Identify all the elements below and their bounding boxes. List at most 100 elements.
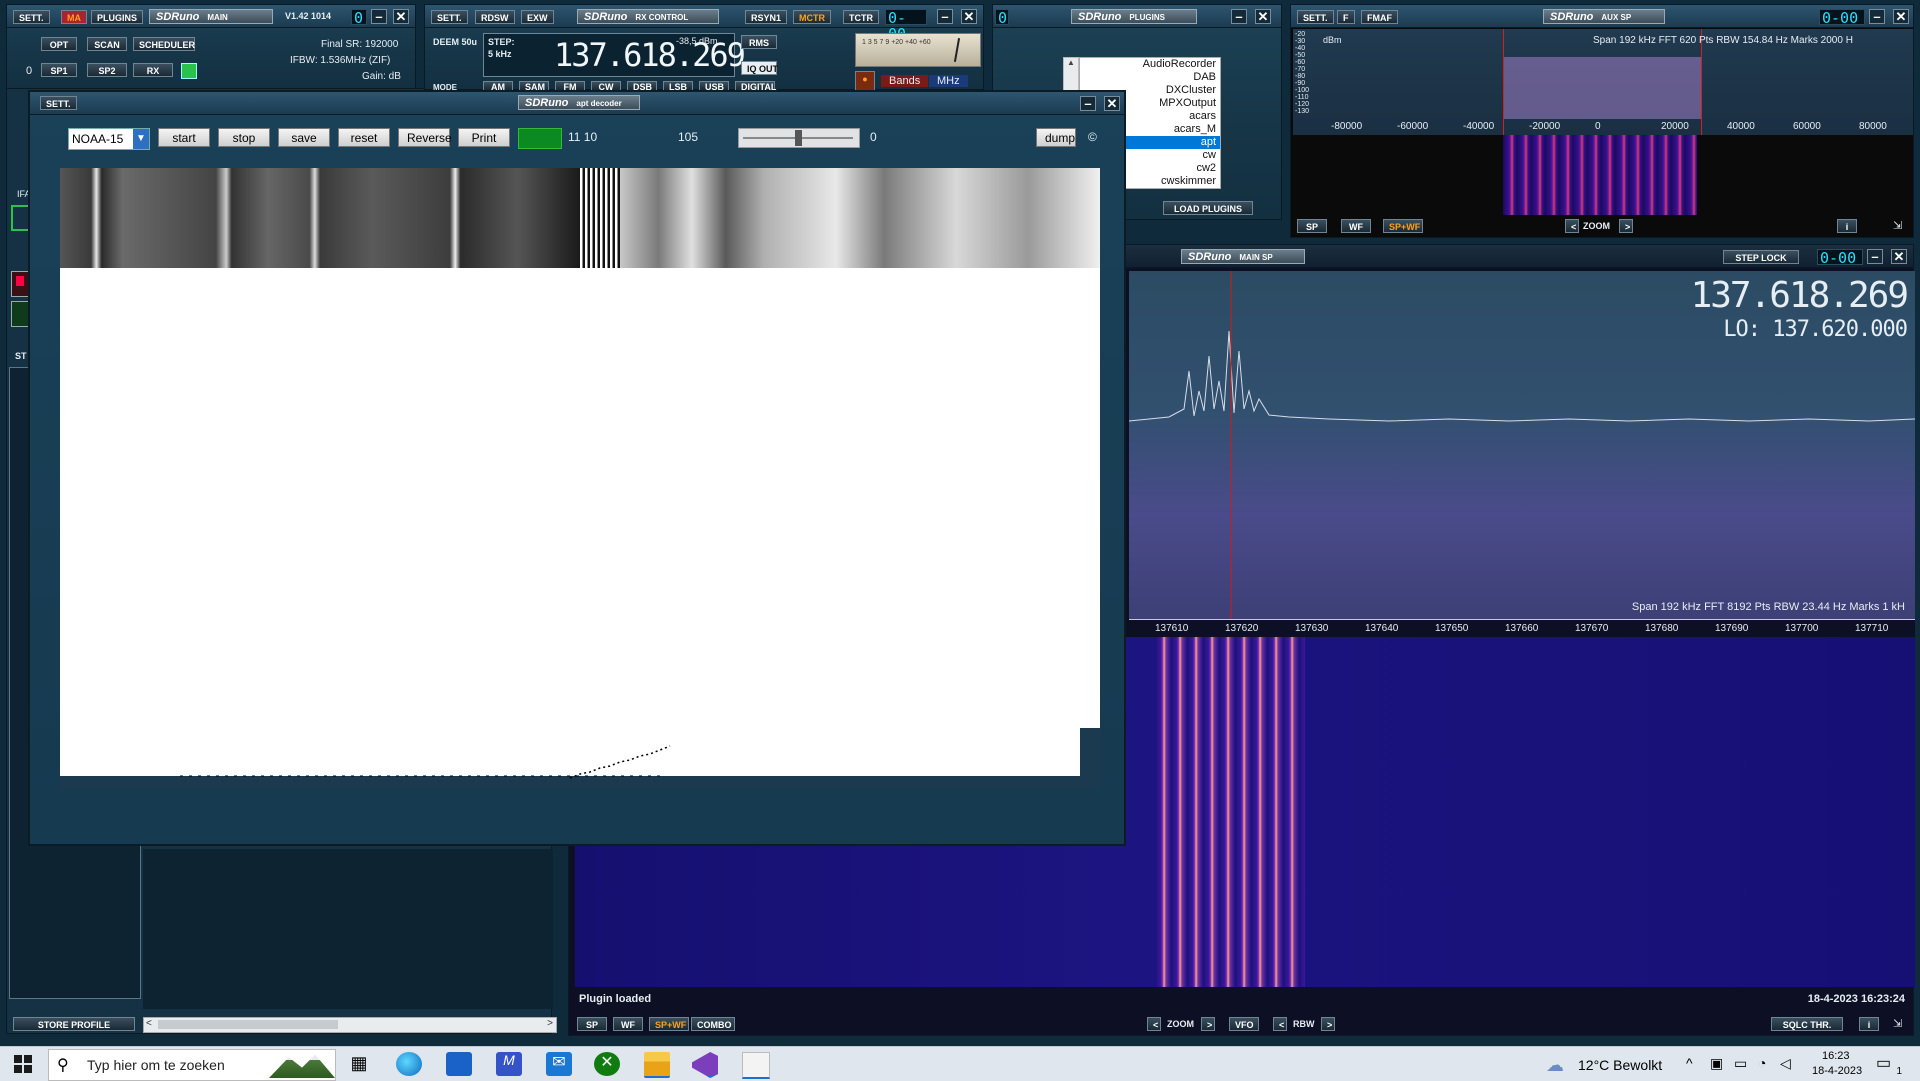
bands-label[interactable]: Bands: [881, 75, 929, 87]
taskbar-search[interactable]: ⚲ Typ hier om te zoeken: [48, 1049, 336, 1081]
sqlc-thr-button[interactable]: SQLC THR.: [1771, 1017, 1843, 1031]
weather-text[interactable]: 12°C Bewolkt: [1578, 1057, 1662, 1073]
rx-minimize-icon[interactable]: –: [937, 9, 953, 24]
mhz-label[interactable]: MHz: [929, 75, 968, 87]
scrollbar-thumb[interactable]: [158, 1020, 338, 1029]
main-plugins-button[interactable]: PLUGINS: [91, 10, 144, 24]
rx-close-icon[interactable]: ✕: [961, 9, 977, 24]
aux-close-icon[interactable]: ✕: [1893, 9, 1909, 24]
exw-button[interactable]: EXW: [521, 10, 554, 24]
main-sp-resize-icon[interactable]: ⇲: [1893, 1017, 1902, 1030]
reverse-button[interactable]: Reverse: [398, 128, 452, 147]
vfo-button[interactable]: VFO: [1229, 1017, 1259, 1031]
horizontal-scrollbar[interactable]: < >: [143, 1017, 557, 1033]
sp2-button[interactable]: SP2: [87, 63, 127, 77]
aux-resize-icon[interactable]: ⇲: [1893, 219, 1909, 233]
copyright-icon[interactable]: ©: [1088, 130, 1097, 144]
scan-button[interactable]: SCAN: [87, 37, 127, 51]
gain-slider[interactable]: [738, 128, 860, 148]
main-close-icon[interactable]: ✕: [393, 9, 409, 24]
main-minimize-icon[interactable]: –: [371, 9, 387, 24]
chevron-down-icon[interactable]: ▼: [133, 129, 149, 149]
aux-zoom-in-button[interactable]: >: [1619, 219, 1633, 233]
apt-sett-button[interactable]: SETT.: [40, 96, 77, 110]
print-button[interactable]: Print: [458, 128, 510, 147]
main-sp-minimize-icon[interactable]: –: [1867, 249, 1883, 264]
tray-app-icon[interactable]: ▣: [1710, 1055, 1723, 1072]
taskbar-date[interactable]: 18-4-2023: [1812, 1065, 1862, 1077]
rdsw-button[interactable]: RDSW: [475, 10, 515, 24]
main-zoom-in-button[interactable]: >: [1201, 1017, 1215, 1031]
scroll-left-icon[interactable]: <: [146, 1018, 152, 1029]
speaker-icon[interactable]: ◁: [1780, 1055, 1791, 1072]
network-icon[interactable]: ◔: [1758, 1055, 1766, 1071]
aux-sp-button[interactable]: SP: [1297, 219, 1327, 233]
store-profile-button[interactable]: STORE PROFILE: [13, 1017, 135, 1031]
slider-thumb[interactable]: [795, 130, 802, 146]
main-sp-info-button[interactable]: i: [1859, 1017, 1879, 1031]
main-spectrum[interactable]: 137.618.269 LO: 137.620.000 Span 192 kHz…: [1129, 271, 1915, 619]
rsyn1-button[interactable]: RSYN1: [745, 10, 788, 24]
weather-icon[interactable]: ☁: [1546, 1055, 1564, 1076]
aux-zoom-out-button[interactable]: <: [1565, 219, 1579, 233]
aux-minimize-icon[interactable]: –: [1869, 9, 1885, 24]
taskbar-time[interactable]: 16:23: [1822, 1050, 1850, 1062]
apt-minimize-icon[interactable]: –: [1080, 96, 1096, 111]
notifications-icon[interactable]: ▭ 1: [1876, 1053, 1902, 1077]
apt-close-icon[interactable]: ✕: [1104, 96, 1120, 111]
main-sett-button[interactable]: SETT.: [13, 10, 50, 24]
edge-icon[interactable]: [396, 1052, 422, 1076]
aux-waterfall[interactable]: [1503, 135, 1697, 215]
stop-button[interactable]: stop: [218, 128, 270, 147]
mctr-button[interactable]: MCTR: [793, 10, 831, 24]
main-sp-sp-button[interactable]: SP: [577, 1017, 607, 1031]
reset-button[interactable]: reset: [338, 128, 390, 147]
step-lock-button[interactable]: STEP LOCK: [1723, 250, 1799, 264]
fmaf-button[interactable]: FMAF: [1361, 10, 1398, 24]
start-button[interactable]: start: [158, 128, 210, 147]
main-sp-close-icon[interactable]: ✕: [1891, 249, 1907, 264]
main-scroll-area[interactable]: [143, 849, 553, 1009]
plugins-close-icon[interactable]: ✕: [1255, 9, 1271, 24]
sdruno-icon[interactable]: [742, 1052, 770, 1079]
load-plugins-button[interactable]: LOAD PLUGINS: [1163, 201, 1253, 215]
opt-button[interactable]: OPT: [41, 37, 77, 51]
file-explorer-icon[interactable]: [644, 1052, 670, 1078]
dump-button[interactable]: dump: [1036, 128, 1076, 147]
tctr-button[interactable]: TCTR: [843, 10, 879, 24]
aux-spwf-button[interactable]: SP+WF: [1383, 219, 1423, 233]
rx-sett-button[interactable]: SETT.: [431, 10, 468, 24]
visual-studio-icon[interactable]: [692, 1052, 718, 1078]
xbox-icon[interactable]: ✕: [594, 1052, 620, 1076]
main-ma-button[interactable]: MA: [61, 10, 87, 24]
aux-info-button[interactable]: i: [1837, 219, 1857, 233]
plugin-item[interactable]: AudioRecorder: [1080, 58, 1220, 71]
store-icon[interactable]: [446, 1052, 472, 1076]
aux-spectrum[interactable]: dBm Span 192 kHz FFT 620 Pts RBW 154.84 …: [1293, 29, 1913, 135]
bands-button[interactable]: ●: [855, 71, 875, 91]
rbw-down-button[interactable]: <: [1273, 1017, 1287, 1031]
windows-start-icon[interactable]: [14, 1055, 32, 1073]
task-view-icon[interactable]: ▦: [346, 1053, 372, 1077]
main-sp-wf-button[interactable]: WF: [613, 1017, 643, 1031]
iq-out-button[interactable]: IQ OUT: [741, 61, 778, 75]
satellite-select[interactable]: NOAA-15 ▼: [68, 128, 150, 150]
rms-button[interactable]: RMS: [741, 35, 777, 49]
main-sp-spwf-button[interactable]: SP+WF: [649, 1017, 689, 1031]
aux-sett-button[interactable]: SETT.: [1297, 10, 1334, 24]
scheduler-button[interactable]: SCHEDULER: [133, 37, 195, 51]
rx-button[interactable]: RX: [133, 63, 173, 77]
mail-icon[interactable]: ✉: [546, 1052, 572, 1076]
plugins-minimize-icon[interactable]: –: [1231, 9, 1247, 24]
battery-icon[interactable]: ▭: [1734, 1055, 1747, 1072]
frequency-display[interactable]: STEP: 5 kHz 137.618.269 -38,5 dBm: [483, 33, 746, 77]
plugin-item[interactable]: DAB: [1080, 71, 1220, 84]
tray-chevron-icon[interactable]: ^: [1686, 1055, 1693, 1071]
combo-button[interactable]: COMBO: [691, 1017, 735, 1031]
aux-wf-button[interactable]: WF: [1341, 219, 1371, 233]
main-zoom-out-button[interactable]: <: [1147, 1017, 1161, 1031]
rbw-up-button[interactable]: >: [1321, 1017, 1335, 1031]
scroll-right-icon[interactable]: >: [547, 1018, 553, 1029]
sp1-button[interactable]: SP1: [41, 63, 77, 77]
app-icon[interactable]: M: [496, 1052, 522, 1076]
